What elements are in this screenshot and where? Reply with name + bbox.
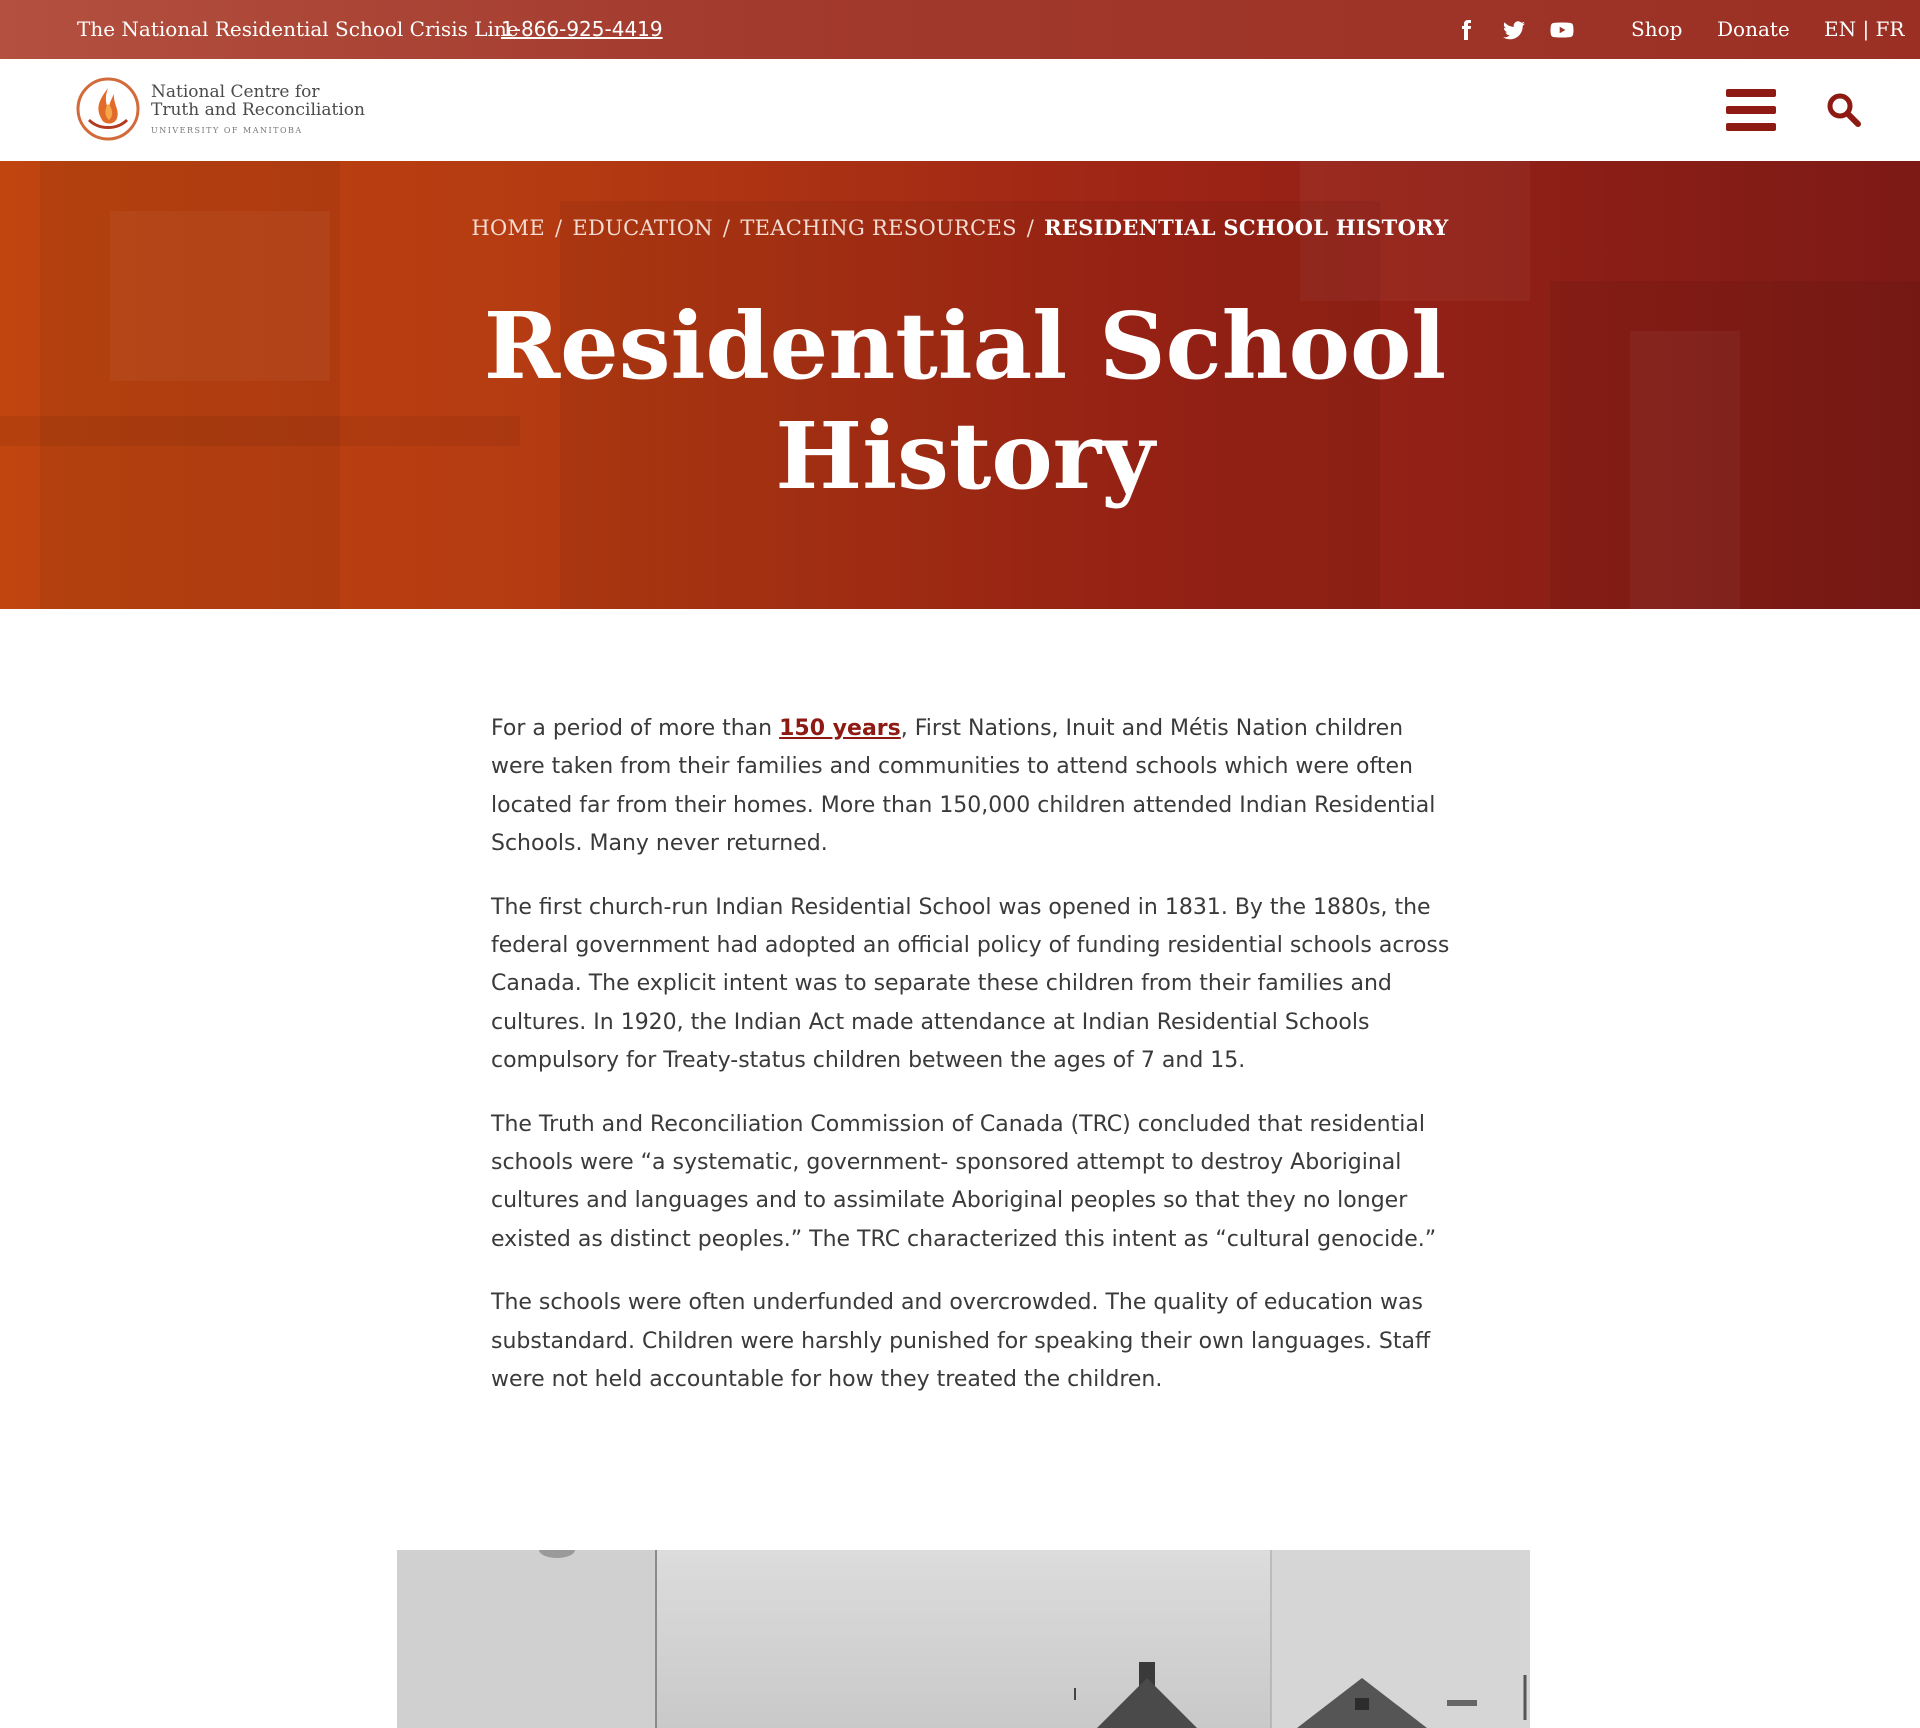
paragraph-4: The schools were often underfunded and o… <box>491 1290 1431 1393</box>
archive-photo <box>397 1550 1530 1728</box>
crisis-line-label: The National Residential School Crisis L… <box>77 17 519 41</box>
crisis-line-phone-link[interactable]: 1-866-925-4419 <box>501 17 663 41</box>
facebook-icon[interactable] <box>1452 16 1480 44</box>
breadcrumb: HOME / EDUCATION / TEACHING RESOURCES / RESIDE… <box>471 215 1449 240</box>
youtube-icon[interactable] <box>1548 16 1576 44</box>
utility-bar: The National Residential School Crisis L… <box>0 0 1920 59</box>
twitter-icon[interactable] <box>1500 16 1528 44</box>
donate-link[interactable]: Donate <box>1717 17 1790 41</box>
search-icon[interactable] <box>1826 92 1862 128</box>
page-title: Residential School History <box>460 291 1470 511</box>
site-logo[interactable]: National Centre for Truth and Reconcilia… <box>75 76 365 146</box>
150-years-link[interactable]: 150 years <box>779 716 901 741</box>
breadcrumb-home[interactable]: HOME <box>471 216 545 240</box>
logo-text-line2: Truth and Reconciliation <box>151 100 365 120</box>
logo-text-line3: UNIVERSITY OF MANITOBA <box>151 126 303 135</box>
paragraph-1: For a period of more than 150 years, Fir… <box>491 716 1436 857</box>
residential-school-photo-image <box>397 1550 1530 1728</box>
breadcrumb-teaching-resources[interactable]: TEACHING RESOURCES <box>740 216 1016 240</box>
breadcrumb-current: RESIDENTIAL SCHOOL HISTORY <box>1044 215 1449 240</box>
hamburger-menu-icon[interactable] <box>1726 89 1778 133</box>
article-body: For a period of more than 150 years, Fir… <box>491 710 1451 1425</box>
paragraph-2: The first church-run Indian Residential … <box>491 894 1450 1074</box>
paragraph-3: The Truth and Reconciliation Commission … <box>491 1111 1437 1252</box>
page-title-line1: Residential School <box>483 292 1447 400</box>
hero-banner: HOME / EDUCATION / TEACHING RESOURCES / RESIDE… <box>0 161 1920 609</box>
language-toggle[interactable]: EN | FR <box>1824 17 1905 41</box>
logo-text-line1: National Centre for <box>151 82 320 102</box>
site-header: National Centre for Truth and Reconcilia… <box>0 59 1920 162</box>
breadcrumb-education[interactable]: EDUCATION <box>572 216 713 240</box>
page-title-line2: History <box>775 402 1155 510</box>
flame-logo-icon <box>76 77 140 141</box>
shop-link[interactable]: Shop <box>1631 17 1682 41</box>
